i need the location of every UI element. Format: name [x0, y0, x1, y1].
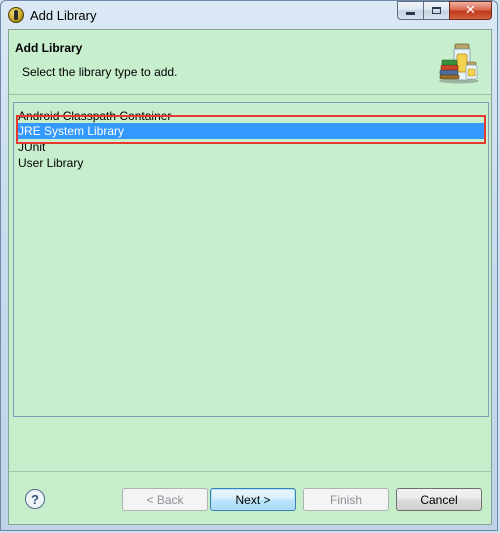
library-jars-icon — [439, 43, 479, 84]
help-icon[interactable]: ? — [25, 489, 45, 509]
list-item-junit[interactable]: JUnit — [16, 139, 484, 155]
add-library-dialog: Add Library ✕ Add Library Select the lib… — [0, 0, 498, 531]
wizard-description: Select the library type to add. — [22, 65, 178, 79]
close-button[interactable]: ✕ — [449, 1, 492, 20]
next-button[interactable]: Next > — [210, 488, 296, 511]
list-item-android-classpath-container[interactable]: Android Classpath Container — [16, 108, 484, 124]
list-item-user-library[interactable]: User Library — [16, 155, 484, 171]
library-type-list[interactable]: Android Classpath Container JRE System L… — [13, 102, 489, 417]
wizard-header: Add Library Select the library type to a… — [9, 30, 491, 95]
close-icon: ✕ — [465, 3, 476, 18]
finish-button[interactable]: Finish — [303, 488, 389, 511]
list-item-jre-system-library[interactable]: JRE System Library — [16, 123, 484, 139]
maximize-icon — [432, 7, 441, 14]
maximize-button[interactable] — [423, 1, 449, 20]
minimize-button[interactable] — [397, 1, 423, 20]
window-title: Add Library — [30, 8, 97, 23]
footer-separator — [9, 471, 491, 472]
dialog-body: Add Library Select the library type to a… — [8, 29, 492, 525]
cancel-button[interactable]: Cancel — [396, 488, 482, 511]
wizard-title: Add Library — [15, 41, 83, 55]
back-button[interactable]: < Back — [122, 488, 208, 511]
title-bar[interactable]: Add Library ✕ — [1, 1, 497, 29]
window-controls: ✕ — [397, 1, 492, 20]
eclipse-app-icon — [8, 7, 24, 23]
minimize-icon — [406, 12, 415, 15]
